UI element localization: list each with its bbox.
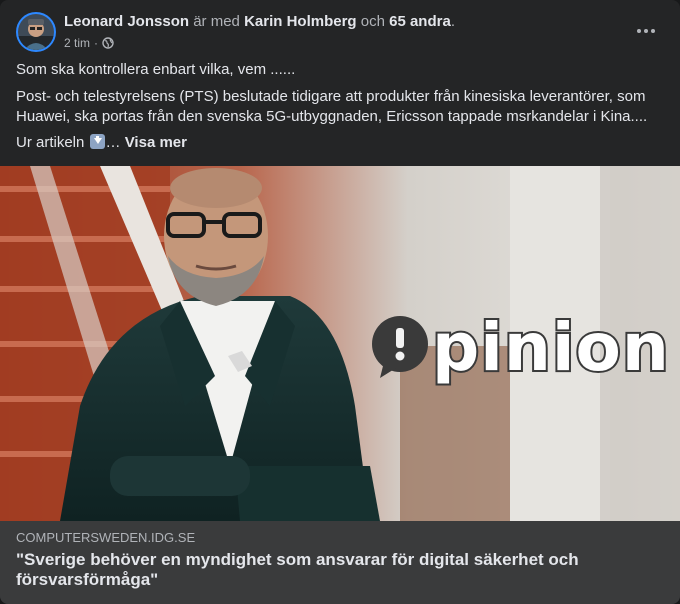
more-horizontal-icon	[636, 21, 656, 39]
see-more-link[interactable]: Visa mer	[125, 134, 187, 151]
post-timestamp-line: 2 tim ·	[64, 35, 455, 51]
article-image[interactable]: pinion	[0, 166, 680, 521]
post-header: Leonard Jonsson är med Karin Holmberg oc…	[16, 12, 664, 52]
post-text: Som ska kontrollera enbart vilka, vem ..…	[16, 60, 662, 153]
post-paragraph-1: Som ska kontrollera enbart vilka, vem ..…	[16, 61, 296, 78]
tagged-person-link[interactable]: Karin Holmberg	[244, 13, 357, 30]
post-paragraph-3: Ur artikeln … Visa mer	[16, 133, 662, 153]
post-time-link[interactable]: 2 tim	[64, 35, 90, 51]
post-paragraph-2: Post- och telestyrelsens (PTS) beslutade…	[16, 88, 648, 125]
feed-post: Leonard Jonsson är med Karin Holmberg oc…	[0, 0, 680, 604]
post-options-button[interactable]	[628, 12, 664, 48]
link-headline[interactable]: "Sverige behöver en myndighet som ansvar…	[16, 550, 600, 590]
separator-dot: ·	[94, 36, 99, 50]
ellipsis-text: …	[105, 134, 121, 151]
globe-icon[interactable]	[102, 37, 114, 49]
down-arrow-emoji-icon	[89, 134, 105, 149]
and-text: och	[360, 13, 385, 30]
article-prefix-text: Ur artikeln	[16, 134, 85, 151]
opinion-overlay-text: pinion	[432, 309, 670, 386]
period-text: .	[450, 13, 455, 30]
author-name-link[interactable]: Leonard Jonsson	[64, 13, 189, 30]
link-domain: COMPUTERSWEDEN.IDG.SE	[16, 530, 196, 545]
with-text: är med	[193, 13, 240, 30]
others-link[interactable]: 65 andra	[389, 13, 451, 30]
author-avatar[interactable]	[16, 12, 56, 52]
post-author-line: Leonard Jonsson är med Karin Holmberg oc…	[64, 12, 455, 31]
post-meta: Leonard Jonsson är med Karin Holmberg oc…	[64, 12, 455, 51]
link-preview[interactable]: COMPUTERSWEDEN.IDG.SE "Sverige behöver e…	[0, 521, 680, 604]
